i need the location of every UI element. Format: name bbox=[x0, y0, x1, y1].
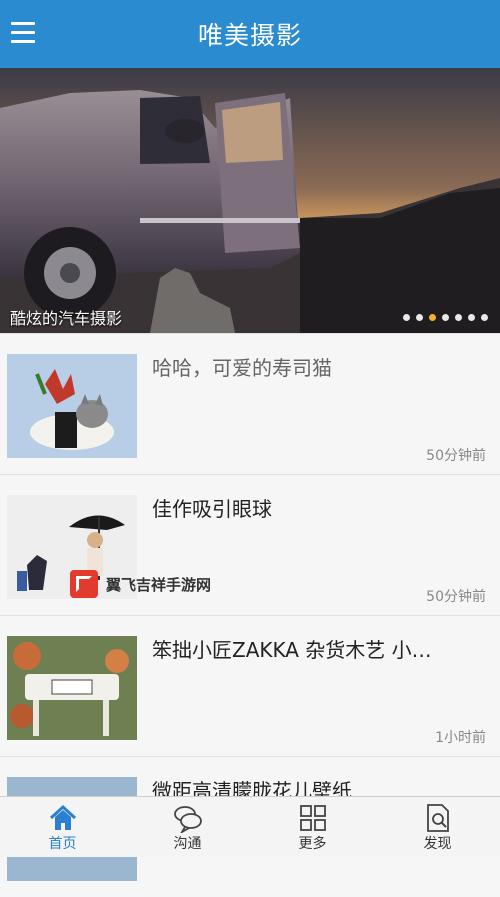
tab-home[interactable]: 首页 bbox=[0, 797, 125, 857]
carousel-dot[interactable] bbox=[416, 314, 423, 321]
tab-label: 沟通 bbox=[173, 836, 202, 852]
tab-label: 发现 bbox=[423, 836, 452, 852]
tab-discover[interactable]: 发现 bbox=[375, 797, 500, 857]
article-time: 50分钟前 bbox=[426, 448, 486, 464]
carousel-dot[interactable] bbox=[481, 314, 488, 321]
chat-bubbles-icon bbox=[173, 806, 202, 833]
article-title: 哈哈，可爱的寿司猫 bbox=[152, 356, 332, 380]
banner-carousel[interactable]: 酷炫的汽车摄影 bbox=[0, 68, 500, 333]
grid-icon bbox=[299, 805, 326, 831]
article-time: 1小时前 bbox=[435, 730, 486, 746]
carousel-dot[interactable] bbox=[455, 314, 462, 321]
tab-more[interactable]: 更多 bbox=[250, 797, 375, 857]
tab-label: 首页 bbox=[48, 836, 77, 852]
tab-chat[interactable]: 沟通 bbox=[125, 797, 250, 857]
article-title: 佳作吸引眼球 bbox=[152, 497, 272, 521]
carousel-dot[interactable] bbox=[468, 314, 475, 321]
banner-caption: 酷炫的汽车摄影 bbox=[10, 309, 123, 328]
home-icon bbox=[49, 804, 76, 830]
watermark: 翼飞吉祥手游网 bbox=[70, 570, 211, 598]
carousel-dot[interactable] bbox=[403, 314, 410, 321]
app-header: 唯美摄影 bbox=[0, 0, 500, 68]
carousel-dot[interactable] bbox=[429, 314, 436, 321]
bottom-tab-bar: 首页 沟通 更多 发现 bbox=[0, 796, 500, 857]
search-document-icon bbox=[426, 804, 449, 832]
carousel-dot[interactable] bbox=[442, 314, 449, 321]
watermark-text: 翼飞吉祥手游网 bbox=[106, 575, 212, 594]
banner-image bbox=[0, 68, 500, 333]
list-item[interactable]: 哈哈，可爱的寿司猫 50分钟前 bbox=[0, 333, 500, 474]
tab-label: 更多 bbox=[298, 836, 327, 852]
page-title: 唯美摄影 bbox=[197, 21, 302, 50]
article-thumbnail bbox=[7, 636, 137, 740]
article-time: 50分钟前 bbox=[426, 589, 486, 605]
article-title: 笨拙小匠ZAKKA 杂货木艺 小… bbox=[152, 638, 432, 662]
watermark-logo-icon bbox=[70, 570, 98, 598]
list-item[interactable]: 笨拙小匠ZAKKA 杂货木艺 小… 1小时前 bbox=[0, 615, 500, 756]
article-thumbnail bbox=[7, 354, 137, 458]
carousel-indicator bbox=[403, 314, 488, 321]
